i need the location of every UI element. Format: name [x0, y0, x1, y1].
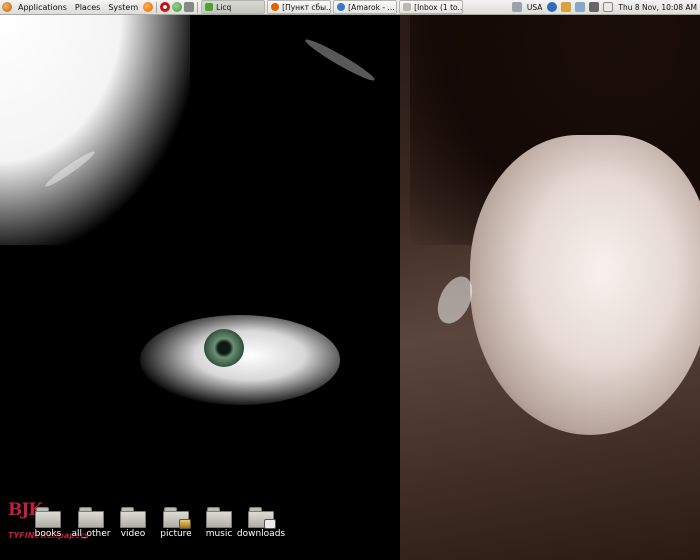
folder-icon	[248, 507, 276, 529]
opera-icon[interactable]	[160, 2, 171, 12]
task-label: Licq	[216, 2, 232, 12]
task-label: [Amarok - ...	[348, 2, 395, 12]
network-icon[interactable]	[547, 2, 558, 12]
workspace-icon[interactable]	[511, 2, 522, 12]
task-firefox[interactable]: [Пункт сбы...	[267, 0, 332, 14]
wallpaper-face	[470, 135, 700, 435]
task-inbox[interactable]: [Inbox (1 to...	[399, 0, 464, 14]
desktop-icon-label: downloads	[236, 529, 286, 539]
firefox-icon[interactable]	[143, 2, 154, 12]
volume-icon[interactable]	[589, 2, 600, 12]
folder-icon	[120, 507, 146, 528]
menu-system[interactable]: System	[104, 0, 142, 14]
folder-icon[interactable]	[561, 2, 572, 12]
wallpaper-highlight	[0, 15, 190, 245]
mail-icon[interactable]	[575, 2, 586, 12]
task-licq[interactable]: Licq	[201, 0, 266, 14]
wallpaper-eye	[204, 329, 244, 367]
desktop-folder-downloads[interactable]: downloads	[236, 507, 286, 539]
licq-icon	[205, 3, 214, 11]
system-tray: USA Thu 8 Nov, 10:08 AM	[510, 2, 700, 12]
keyboard-layout-indicator[interactable]: USA	[524, 3, 546, 12]
task-amarok[interactable]: [Amarok - ...	[333, 0, 398, 14]
desktop-wallpaper	[0, 15, 700, 560]
folder-icon	[206, 507, 232, 528]
wallpaper-eye-area	[140, 315, 340, 405]
gnome-foot-icon[interactable]	[2, 2, 12, 12]
task-label: [Пункт сбы...	[282, 2, 332, 12]
amarok-icon	[337, 3, 346, 11]
folder-icon	[163, 507, 191, 529]
menu-applications[interactable]: Applications	[14, 0, 71, 14]
mail-icon	[403, 3, 412, 11]
picture-emblem-icon	[179, 519, 191, 529]
clock[interactable]: Thu 8 Nov, 10:08 AM	[615, 3, 700, 12]
folder-icon	[35, 507, 61, 528]
wallpaper-hair-strand	[302, 35, 378, 85]
firefox-icon	[271, 3, 280, 11]
top-panel: Applications Places System Licq [Пункт с…	[0, 0, 700, 15]
panel-separator	[156, 1, 158, 13]
network-icon[interactable]	[184, 2, 195, 12]
update-icon[interactable]	[172, 2, 183, 12]
task-label: [Inbox (1 to...	[414, 2, 464, 12]
folder-icon	[78, 507, 104, 528]
menu-places[interactable]: Places	[71, 0, 104, 14]
notes-icon[interactable]	[603, 2, 614, 12]
panel-separator	[197, 1, 199, 13]
download-emblem-icon	[264, 519, 276, 529]
